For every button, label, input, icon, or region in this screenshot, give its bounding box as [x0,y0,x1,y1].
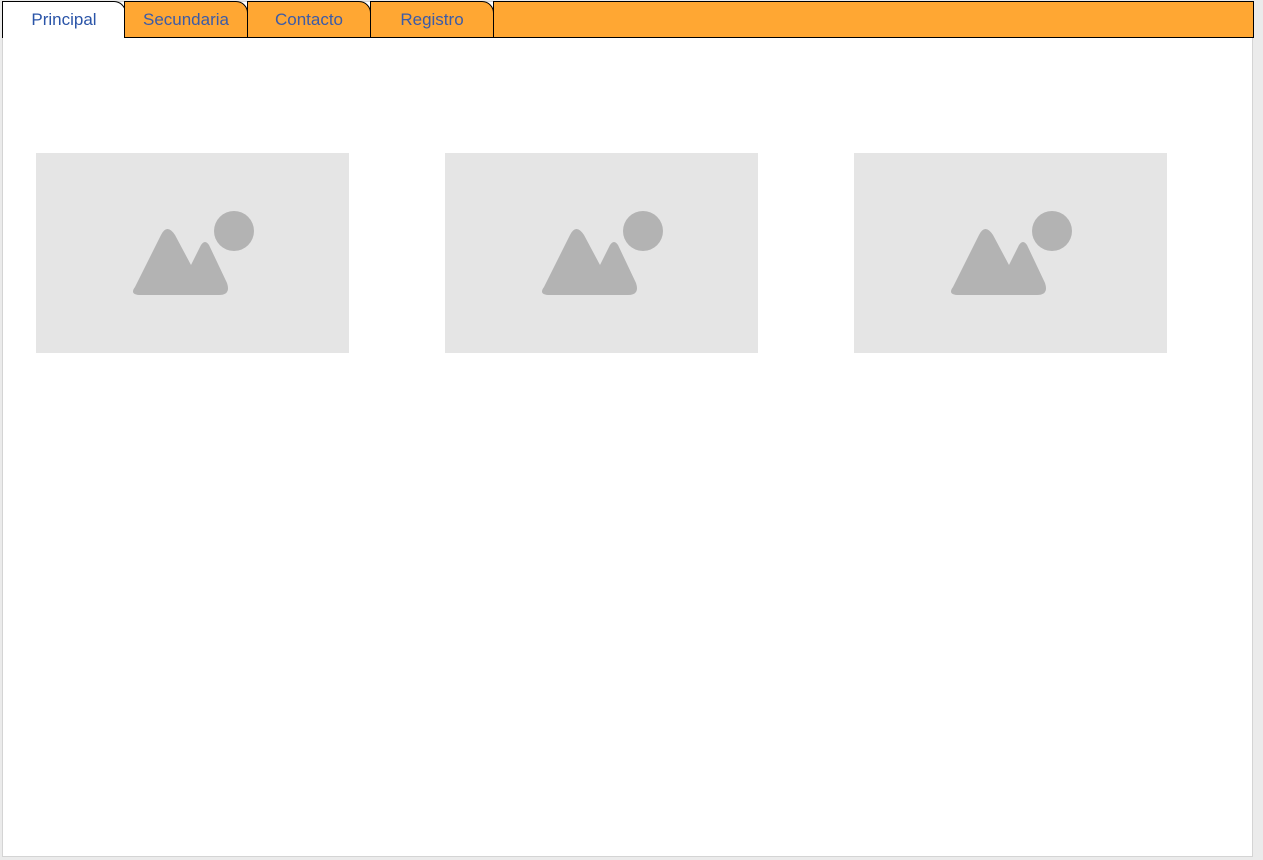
image-placeholder-icon [951,211,1072,295]
tab-registro[interactable]: Registro [370,1,494,38]
page-frame [2,1,1253,857]
tab-label: Secundaria [142,9,229,29]
vertical-scrollbar[interactable] [1254,0,1263,860]
image-placeholder-icon [133,211,254,295]
image-placeholder-icon [542,211,663,295]
tab-bar: Principal Secundaria Contacto Registro [2,1,1254,38]
tab-contacto[interactable]: Contacto [247,1,371,38]
image-placeholder [445,153,758,353]
tab-label: Principal [31,10,97,29]
tab-bar-fill [493,1,1254,38]
tab-label: Contacto [274,9,344,29]
tab-label: Registro [400,9,464,29]
tab-secundaria[interactable]: Secundaria [124,1,248,38]
image-placeholder [854,153,1167,353]
tab-principal[interactable]: Principal [2,1,126,38]
image-placeholder [36,153,349,353]
